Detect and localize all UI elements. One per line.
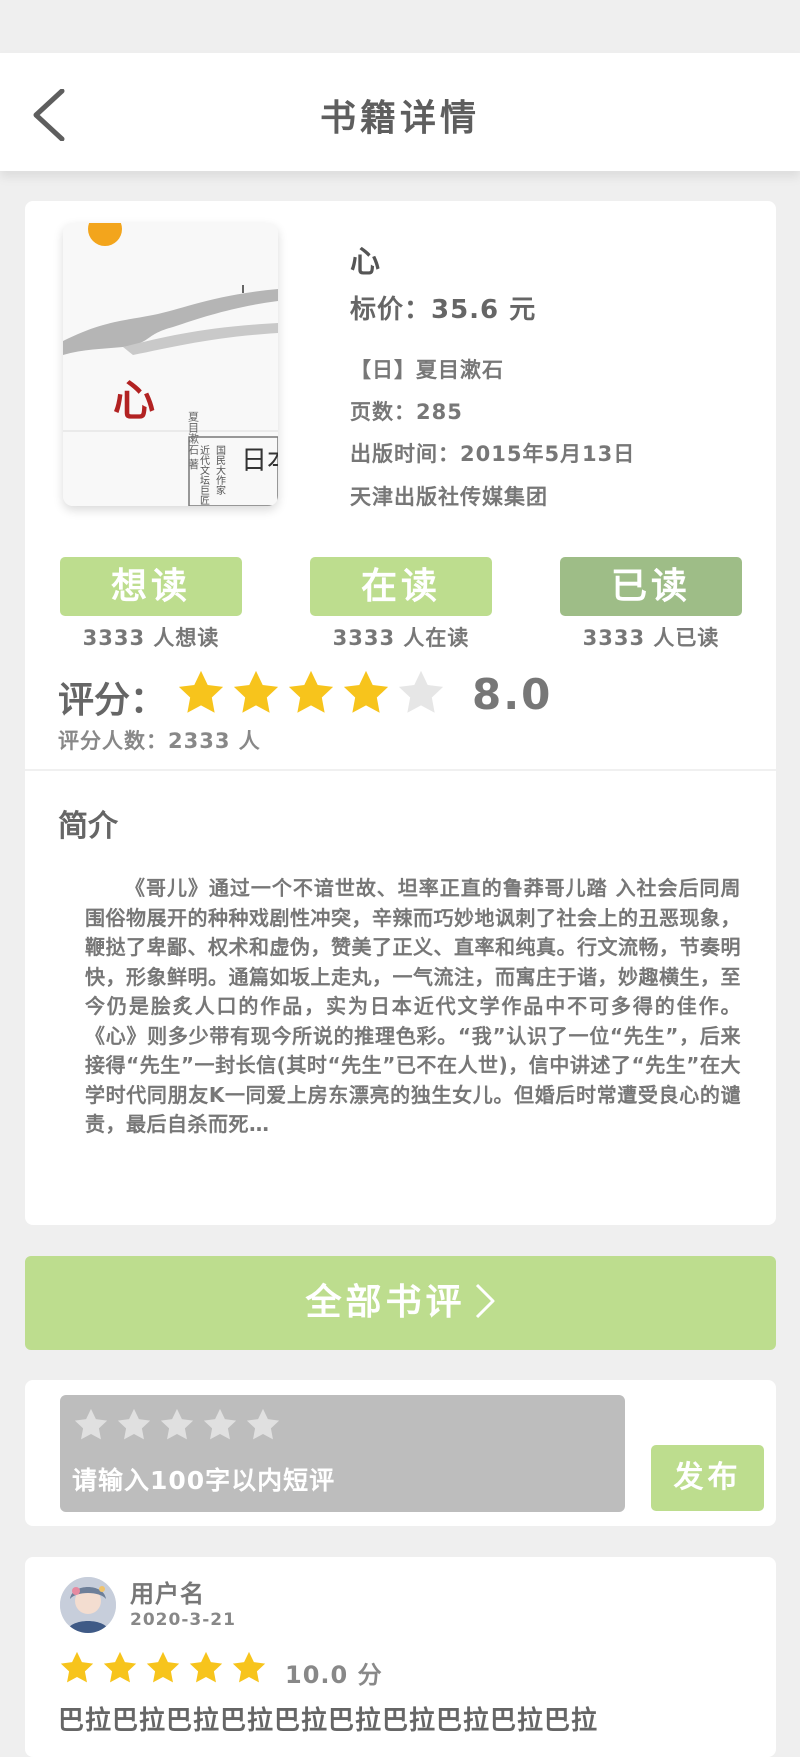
review-input-placeholder[interactable]: 请输入100字以内短评 bbox=[72, 1461, 335, 1497]
svg-text:近代文坛巨匠: 近代文坛巨匠 bbox=[198, 444, 210, 505]
all-reviews-button[interactable]: 全部书评 bbox=[25, 1256, 776, 1350]
rating-count: 评分人数：2333 人 bbox=[58, 729, 261, 753]
review-item: 用户名 2020-3-21 10.0 分 巴拉巴拉巴拉巴拉巴拉巴拉巴拉巴拉巴拉巴… bbox=[25, 1557, 776, 1757]
have-read-button[interactable]: 已读 bbox=[560, 557, 742, 616]
star-filled-icon bbox=[233, 670, 279, 713]
star-filled-icon bbox=[146, 1651, 180, 1683]
star-empty-icon[interactable] bbox=[244, 1406, 282, 1444]
have-read-count: 3333 人已读 bbox=[582, 626, 720, 650]
star-filled-icon bbox=[189, 1651, 223, 1683]
star-empty-icon[interactable] bbox=[115, 1406, 153, 1444]
review-score: 10.0 分 bbox=[285, 1661, 383, 1689]
chevron-right-icon bbox=[475, 1283, 494, 1319]
book-author: 【日】夏目漱石 bbox=[350, 358, 504, 382]
want-to-read-count: 3333 人想读 bbox=[82, 626, 220, 650]
rating-label: 评分： bbox=[58, 680, 167, 721]
star-filled-icon bbox=[178, 670, 224, 713]
intro-text: 《哥儿》通过一个不谙世故、坦率正直的鲁莽哥儿踏 入社会后同周围俗物展开的种种戏剧… bbox=[85, 876, 741, 1136]
page-title: 书籍详情 bbox=[319, 98, 480, 139]
book-detail-card: 夏目漱石 著 心 日本 近代文坛巨匠 国民大作家 心 标价：35.6 元 【日】… bbox=[25, 201, 776, 1225]
reading-count: 3333 人在读 bbox=[332, 626, 470, 650]
intro-heading: 简介 bbox=[58, 809, 118, 844]
star-empty-icon bbox=[398, 670, 444, 713]
star-filled-icon bbox=[103, 1651, 137, 1683]
book-publish-date: 出版时间：2015年5月13日 bbox=[350, 442, 636, 466]
review-date: 2020-3-21 bbox=[130, 1610, 236, 1630]
reading-button[interactable]: 在读 bbox=[310, 557, 492, 616]
publish-button[interactable]: 发布 bbox=[651, 1445, 764, 1511]
rating-score: 8.0 bbox=[472, 670, 553, 719]
book-title: 心 bbox=[350, 245, 380, 280]
book-price: 标价：35.6 元 bbox=[350, 295, 537, 325]
star-filled-icon bbox=[232, 1651, 266, 1683]
header-bar: 书籍详情 bbox=[0, 53, 800, 171]
star-empty-icon[interactable] bbox=[201, 1406, 239, 1444]
svg-text:心: 心 bbox=[113, 376, 155, 425]
book-pages: 页数：285 bbox=[350, 400, 463, 424]
star-filled-icon bbox=[343, 670, 389, 713]
book-publisher: 天津出版社传媒集团 bbox=[350, 485, 548, 509]
star-filled-icon bbox=[288, 670, 334, 713]
svg-text:日本: 日本 bbox=[241, 446, 278, 476]
book-cover-image[interactable]: 夏目漱石 著 心 日本 近代文坛巨匠 国民大作家 bbox=[63, 223, 278, 506]
avatar[interactable] bbox=[60, 1577, 116, 1633]
star-empty-icon[interactable] bbox=[72, 1406, 110, 1444]
all-reviews-label: 全部书评 bbox=[305, 1282, 466, 1323]
want-to-read-button[interactable]: 想读 bbox=[60, 557, 242, 616]
star-empty-icon[interactable] bbox=[158, 1406, 196, 1444]
review-text: 巴拉巴拉巴拉巴拉巴拉巴拉巴拉巴拉巴拉巴拉 bbox=[58, 1706, 599, 1736]
divider bbox=[25, 769, 776, 771]
svg-text:国民大作家: 国民大作家 bbox=[214, 445, 226, 495]
review-input[interactable]: 请输入100字以内短评 bbox=[60, 1395, 625, 1512]
review-username[interactable]: 用户名 bbox=[130, 1574, 205, 1609]
star-filled-icon bbox=[60, 1651, 94, 1683]
compose-review-card: 请输入100字以内短评 发布 bbox=[25, 1380, 776, 1526]
